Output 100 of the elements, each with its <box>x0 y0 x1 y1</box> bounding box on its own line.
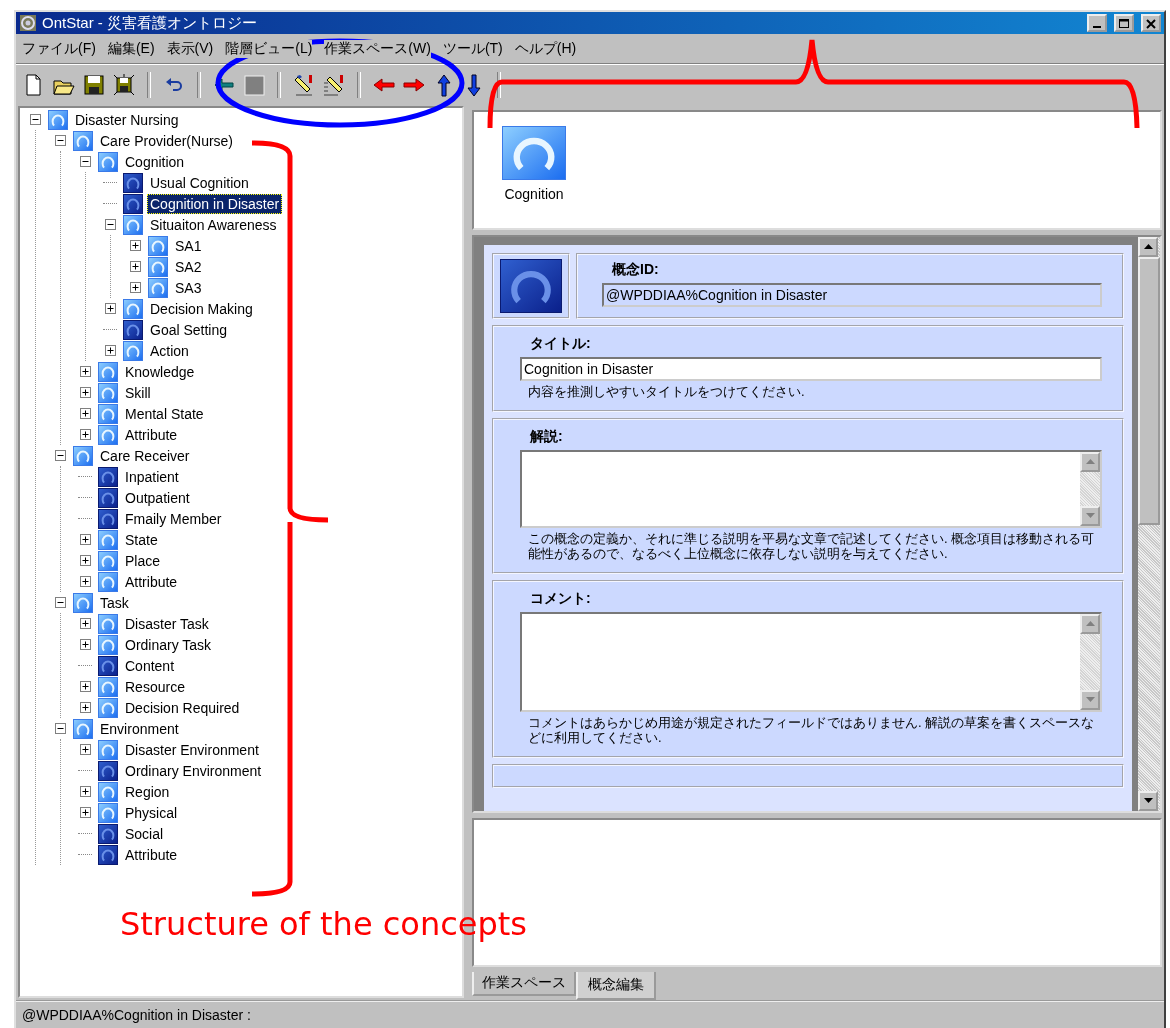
tree-item[interactable]: Cognition <box>122 151 188 172</box>
menu-item[interactable]: ツール(T) <box>442 39 503 58</box>
expand-toggle[interactable] <box>80 702 91 713</box>
tree-item[interactable]: Goal Setting <box>147 319 231 340</box>
expand-toggle[interactable] <box>80 744 91 755</box>
minimize-icon <box>1093 26 1101 28</box>
up-triangle-icon <box>1143 244 1153 250</box>
tree-item[interactable]: Knowledge <box>122 361 198 382</box>
collapse-toggle[interactable] <box>30 114 41 125</box>
tree-item[interactable]: Disaster Environment <box>122 739 262 760</box>
tree-item[interactable]: Content <box>122 655 178 676</box>
text-area[interactable] <box>520 611 1102 712</box>
expand-toggle[interactable] <box>80 618 91 629</box>
collapse-toggle[interactable] <box>80 156 91 167</box>
expand-toggle[interactable] <box>105 345 116 356</box>
expand-toggle[interactable] <box>80 576 91 587</box>
collapse-toggle[interactable] <box>55 597 66 608</box>
tree-item[interactable]: Attribute <box>122 571 181 592</box>
tree-item[interactable]: Care Provider(Nurse) <box>97 130 237 151</box>
field-label: 解説: <box>529 427 564 446</box>
expand-toggle[interactable] <box>80 681 91 692</box>
tree-item[interactable]: Task <box>97 592 132 613</box>
expand-toggle[interactable] <box>80 555 91 566</box>
tree-item[interactable]: Decision Required <box>122 697 243 718</box>
scroll-down-button[interactable] <box>1138 791 1158 811</box>
expand-toggle[interactable] <box>80 534 91 545</box>
scrollbar[interactable] <box>1138 237 1160 811</box>
tree-item[interactable]: Decision Making <box>147 298 256 319</box>
tree-item[interactable]: Ordinary Environment <box>122 760 265 781</box>
down-triangle-icon <box>1085 512 1095 519</box>
tree-item[interactable]: Disaster Task <box>122 613 212 634</box>
collapse-toggle[interactable] <box>55 723 66 734</box>
collapse-toggle[interactable] <box>55 135 66 146</box>
concept-icon <box>98 613 118 634</box>
tree-item[interactable]: Skill <box>122 382 154 403</box>
concept-label: Cognition <box>504 186 564 202</box>
menu-item[interactable]: ヘルプ(H) <box>514 39 577 58</box>
tree-item[interactable]: Situaiton Awareness <box>147 214 280 235</box>
menu-item[interactable]: 作業スペース(W) <box>324 39 431 58</box>
scroll-up-button[interactable] <box>1138 237 1158 257</box>
tree-item[interactable]: Outpatient <box>122 487 193 508</box>
tree-item[interactable]: SA1 <box>172 235 205 256</box>
expand-toggle[interactable] <box>80 639 91 650</box>
maximize-button[interactable] <box>1114 14 1134 32</box>
expand-toggle[interactable] <box>80 807 91 818</box>
minimize-button[interactable] <box>1087 14 1107 32</box>
tree-item[interactable]: Cognition in Disaster <box>147 193 283 214</box>
tree-item[interactable]: Disaster Nursing <box>72 109 182 130</box>
menu-item[interactable]: 階層ビュー(L) <box>225 39 313 58</box>
expand-toggle[interactable] <box>80 408 91 419</box>
pencil-list-icon[interactable] <box>322 73 346 97</box>
expand-toggle[interactable] <box>80 387 91 398</box>
expand-toggle[interactable] <box>105 303 116 314</box>
tree-item[interactable]: Resource <box>122 676 188 697</box>
concept-icon <box>98 760 118 781</box>
tree-item[interactable]: Fmaily Member <box>122 508 225 529</box>
menu-item[interactable]: 編集(E) <box>107 39 155 58</box>
tree-item[interactable]: Social <box>122 823 167 844</box>
menu-item[interactable]: ファイル(F) <box>22 39 96 58</box>
tree-item[interactable]: Place <box>122 550 164 571</box>
text-area[interactable] <box>520 449 1102 528</box>
expand-toggle[interactable] <box>130 240 141 251</box>
tree-item[interactable]: Environment <box>97 718 182 739</box>
square-icon[interactable] <box>242 73 266 97</box>
tree-item[interactable]: Physical <box>122 802 181 823</box>
tree-item[interactable]: Action <box>147 340 192 361</box>
collapse-toggle[interactable] <box>105 219 116 230</box>
tree-item[interactable]: Usual Cognition <box>147 172 252 193</box>
expand-toggle[interactable] <box>130 282 141 293</box>
concept-icon <box>98 550 118 571</box>
down-triangle-icon <box>1085 696 1095 703</box>
tab[interactable]: 概念編集 <box>576 972 656 1000</box>
tree-item[interactable]: SA3 <box>172 277 205 298</box>
field-label: コメント: <box>529 589 592 608</box>
hint-text: 内容を推測しやすいタイトルをつけてください. <box>527 385 806 400</box>
up-triangle-icon <box>1085 620 1095 627</box>
tree-item[interactable]: Ordinary Task <box>122 634 215 655</box>
tree-item[interactable]: State <box>122 529 161 550</box>
floppy-disk-icon[interactable] <box>112 73 136 97</box>
close-button[interactable] <box>1141 14 1161 32</box>
concept-icon <box>98 466 118 487</box>
tree-item[interactable]: Care Receiver <box>97 445 193 466</box>
expand-toggle[interactable] <box>80 786 91 797</box>
tree-item[interactable]: Attribute <box>122 424 181 445</box>
tree-item[interactable]: SA2 <box>172 256 205 277</box>
close-icon <box>1145 17 1157 29</box>
tree-item[interactable]: Region <box>122 781 173 802</box>
text-field[interactable]: Cognition in Disaster <box>520 357 1102 381</box>
expand-toggle[interactable] <box>80 429 91 440</box>
id-field[interactable]: @WPDDIAA%Cognition in Disaster <box>602 283 1102 307</box>
menu-item[interactable]: 表示(V) <box>166 39 214 58</box>
tree-item[interactable]: Inpatient <box>122 466 182 487</box>
tree-item[interactable]: Attribute <box>122 844 181 865</box>
collapse-toggle[interactable] <box>55 450 66 461</box>
tree-item[interactable]: Mental State <box>122 403 207 424</box>
expand-toggle[interactable] <box>130 261 141 272</box>
expand-toggle[interactable] <box>80 366 91 377</box>
concept-icon <box>502 126 566 180</box>
tab[interactable]: 作業スペース <box>472 972 576 996</box>
scroll-thumb[interactable] <box>1138 257 1160 525</box>
